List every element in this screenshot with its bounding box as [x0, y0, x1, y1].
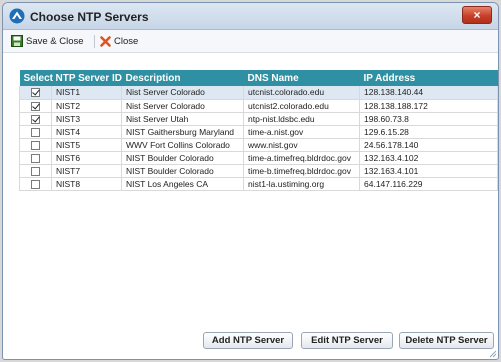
- description-cell: NIST Gaithersburg Maryland: [121, 125, 244, 139]
- server-id-cell: NIST5: [51, 138, 122, 152]
- select-cell: [19, 164, 52, 178]
- dns-name-cell: nist1-la.ustiming.org: [243, 177, 360, 191]
- ip-address-cell: 198.60.73.8: [359, 112, 498, 126]
- select-checkbox[interactable]: [31, 166, 40, 176]
- window-close-button[interactable]: ×: [462, 6, 492, 24]
- dns-name-cell: utcnist.colorado.edu: [243, 86, 360, 100]
- table-row[interactable]: NIST8 NIST Los Angeles CA nist1-la.ustimin…: [19, 177, 498, 191]
- server-id-cell: NIST7: [51, 164, 122, 178]
- select-cell: [19, 125, 52, 139]
- ip-address-cell: 129.6.15.28: [359, 125, 498, 139]
- select-checkbox[interactable]: [31, 88, 40, 98]
- resize-grip-icon[interactable]: [489, 350, 497, 358]
- dns-name-cell: ntp-nist.ldsbc.edu: [243, 112, 360, 126]
- column-header-ntp-server-id[interactable]: NTP Server ID: [51, 70, 122, 86]
- close-x-icon: [100, 36, 111, 47]
- toolbar: Save & Close Close: [3, 30, 498, 53]
- table-row[interactable]: NIST4 NIST Gaithersburg Maryland time-a.ni…: [19, 125, 498, 139]
- server-id-cell: NIST2: [51, 99, 122, 113]
- ip-address-cell: 128.138.140.44: [359, 86, 498, 100]
- app-logo-icon: [9, 8, 25, 24]
- table-row[interactable]: NIST6 NIST Boulder Colorado time-a.timefre…: [19, 151, 498, 165]
- close-button[interactable]: Close: [100, 34, 138, 50]
- server-id-cell: NIST3: [51, 112, 122, 126]
- toolbar-separator: [94, 35, 95, 48]
- edit-ntp-server-button[interactable]: Edit NTP Server: [301, 332, 393, 349]
- save-close-label: Save & Close: [26, 36, 84, 47]
- column-header-description[interactable]: Description: [121, 70, 244, 86]
- select-cell: [19, 99, 52, 113]
- select-checkbox[interactable]: [31, 127, 40, 137]
- ip-address-cell: 24.56.178.140: [359, 138, 498, 152]
- table-row[interactable]: NIST1 Nist Server Colorado utcnist.colorad…: [19, 86, 498, 100]
- select-checkbox[interactable]: [31, 179, 40, 189]
- column-header-dns-name[interactable]: DNS Name: [243, 70, 360, 86]
- title-bar[interactable]: Choose NTP Servers ×: [3, 3, 498, 30]
- ip-address-cell: 132.163.4.101: [359, 164, 498, 178]
- select-checkbox[interactable]: [31, 101, 40, 111]
- ip-address-cell: 128.138.188.172: [359, 99, 498, 113]
- select-cell: [19, 151, 52, 165]
- close-label: Close: [114, 36, 139, 47]
- dns-name-cell: utcnist2.colorado.edu: [243, 99, 360, 113]
- select-cell: [19, 86, 52, 100]
- ip-address-cell: 132.163.4.102: [359, 151, 498, 165]
- choose-ntp-servers-dialog: Choose NTP Servers × Save & Close Close …: [2, 2, 499, 360]
- table-row[interactable]: NIST2 Nist Server Colorado utcnist2.colora…: [19, 99, 498, 113]
- server-id-cell: NIST8: [51, 177, 122, 191]
- window-title: Choose NTP Servers: [30, 10, 149, 24]
- server-id-cell: NIST1: [51, 86, 122, 100]
- table-row[interactable]: NIST5 WWV Fort Collins Colorado www.nist.g…: [19, 138, 498, 152]
- description-cell: NIST Boulder Colorado: [121, 164, 244, 178]
- dns-name-cell: time-a.nist.gov: [243, 125, 360, 139]
- description-cell: NIST Los Angeles CA: [121, 177, 244, 191]
- select-cell: [19, 112, 52, 126]
- select-cell: [19, 177, 52, 191]
- ip-address-cell: 64.147.116.229: [359, 177, 498, 191]
- select-checkbox[interactable]: [31, 153, 40, 163]
- save-close-button[interactable]: Save & Close: [11, 34, 84, 50]
- save-icon: [11, 35, 23, 47]
- dns-name-cell: time-b.timefreq.bldrdoc.gov: [243, 164, 360, 178]
- dns-name-cell: time-a.timefreq.bldrdoc.gov: [243, 151, 360, 165]
- ntp-servers-table: Select NTP Server ID Description DNS Nam…: [19, 70, 498, 191]
- select-cell: [19, 138, 52, 152]
- description-cell: Nist Server Colorado: [121, 86, 244, 100]
- server-id-cell: NIST4: [51, 125, 122, 139]
- description-cell: WWV Fort Collins Colorado: [121, 138, 244, 152]
- add-ntp-server-button[interactable]: Add NTP Server: [203, 332, 293, 349]
- delete-ntp-server-button[interactable]: Delete NTP Server: [399, 332, 494, 349]
- column-header-select[interactable]: Select: [19, 70, 53, 86]
- server-id-cell: NIST6: [51, 151, 122, 165]
- column-header-ip-address[interactable]: IP Address: [359, 70, 498, 86]
- table-header-row: Select NTP Server ID Description DNS Nam…: [19, 70, 498, 86]
- table-row[interactable]: NIST3 Nist Server Utah ntp-nist.ldsbc.edu 1…: [19, 112, 498, 126]
- description-cell: Nist Server Colorado: [121, 99, 244, 113]
- table-row[interactable]: NIST7 NIST Boulder Colorado time-b.timefre…: [19, 164, 498, 178]
- description-cell: NIST Boulder Colorado: [121, 151, 244, 165]
- select-checkbox[interactable]: [31, 140, 40, 150]
- description-cell: Nist Server Utah: [121, 112, 244, 126]
- dns-name-cell: www.nist.gov: [243, 138, 360, 152]
- select-checkbox[interactable]: [31, 114, 40, 124]
